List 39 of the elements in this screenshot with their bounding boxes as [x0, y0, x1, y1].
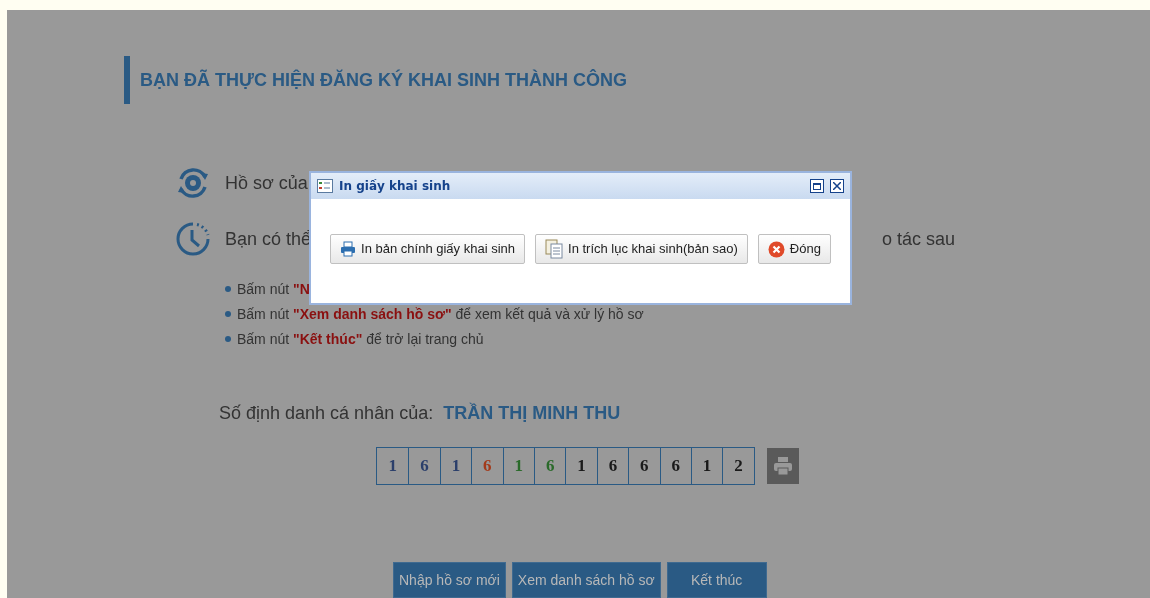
id-digit: 1 [502, 448, 534, 484]
close-icon [833, 182, 841, 190]
id-digit: 1 [690, 448, 723, 484]
instruction-text: Bấm nút "Xem danh sách hồ sơ" để xem kết quả và xử lý hồ sơ [237, 304, 644, 324]
id-digit: 6 [408, 448, 440, 484]
status-text: Hồ sơ của [225, 171, 308, 195]
action-button[interactable]: Nhập hồ sơ mới [393, 562, 506, 598]
page-title: BẠN ĐÃ THỰC HIỆN ĐĂNG KÝ KHAI SINH THÀNH CÔNG [140, 68, 627, 92]
dialog-button[interactable]: In bản chính giấy khai sinh [330, 234, 525, 264]
id-digit: 1 [387, 455, 398, 478]
status-text: o tác sau [881, 227, 955, 251]
dialog-button[interactable]: In trích lục khai sinh(bản sao) [535, 234, 748, 264]
id-digit: 6 [471, 448, 503, 484]
dialog-title: In giấy khai sinh [339, 178, 451, 195]
maximize-icon [813, 182, 821, 190]
id-digit: 2 [722, 448, 754, 484]
maximize-button[interactable] [810, 179, 824, 193]
id-digit: 1 [439, 448, 472, 484]
form-icon [317, 179, 333, 193]
person-name: TRẦN THỊ MINH THU [443, 401, 621, 425]
id-digit: 6 [533, 448, 566, 484]
printer-icon [772, 456, 793, 476]
documents-icon [545, 239, 563, 259]
id-digit: 1 [565, 448, 597, 484]
id-label: Số định danh cá nhân của: [219, 402, 434, 425]
action-button[interactable]: Kết thúc [666, 562, 767, 598]
id-digit: 6 [659, 448, 691, 484]
action-button[interactable]: Xem danh sách hồ sơ [511, 562, 661, 598]
instruction-text: Bấm nút "Kết thúc" để trở lại trang chủ [237, 329, 484, 349]
printer-icon [340, 241, 357, 257]
dialog-button[interactable]: Đóng [757, 234, 831, 264]
id-digit: 6 [628, 448, 660, 484]
instruction-text: Bấm nút "N [237, 279, 310, 299]
refresh-timer-icon [175, 165, 211, 201]
close-button[interactable] [830, 179, 844, 193]
id-digit: 6 [596, 448, 629, 484]
close-icon [767, 240, 785, 258]
status-text: Bạn có thể [225, 227, 312, 251]
clock-icon [175, 220, 211, 258]
